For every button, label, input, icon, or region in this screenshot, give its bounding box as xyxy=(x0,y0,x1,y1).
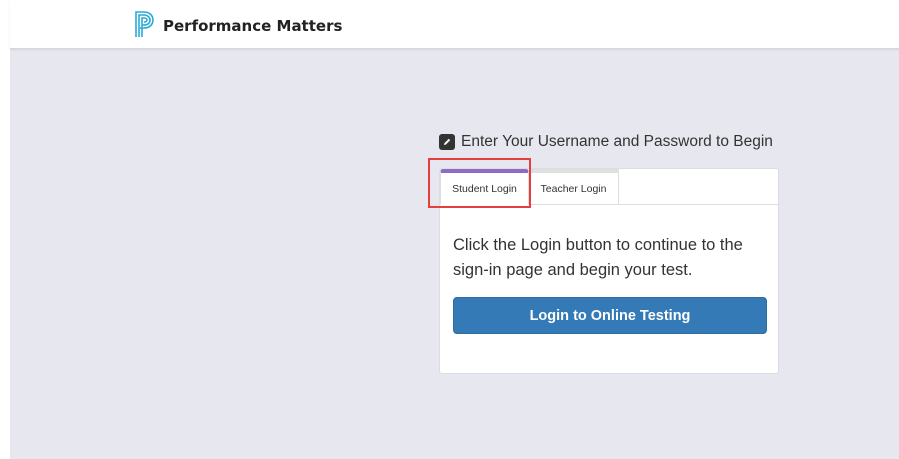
highlight-box xyxy=(428,158,531,208)
login-prompt-text: Enter Your Username and Password to Begi… xyxy=(461,133,773,150)
edit-icon xyxy=(439,134,455,150)
brand-name: Performance Matters xyxy=(163,17,343,35)
tab-teacher-login[interactable]: Teacher Login xyxy=(529,169,619,205)
login-prompt: Enter Your Username and Password to Begi… xyxy=(439,133,773,151)
login-to-online-testing-button[interactable]: Login to Online Testing xyxy=(453,297,767,334)
top-header: Performance Matters xyxy=(10,0,899,49)
performance-matters-logo-icon xyxy=(135,11,154,37)
login-message: Click the Login button to continue to th… xyxy=(453,236,743,279)
